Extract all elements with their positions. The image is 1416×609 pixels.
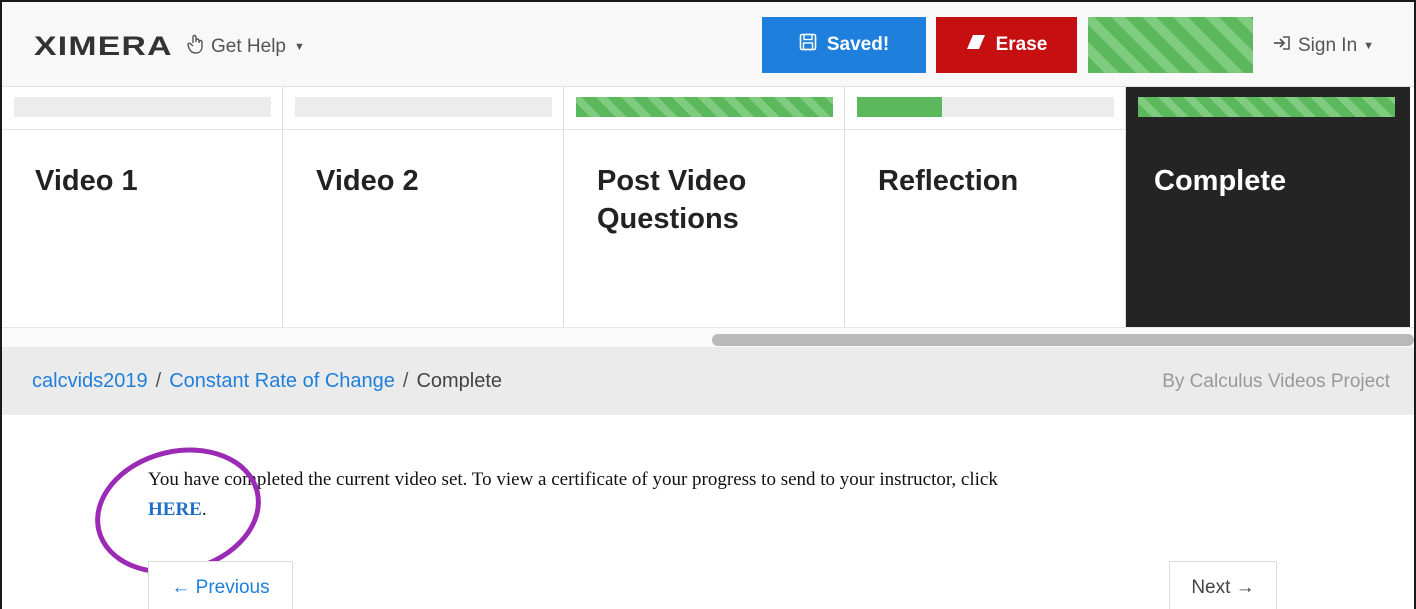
breadcrumb-current: Complete [416,370,503,392]
activity-title: Video 1 [35,165,138,197]
caret-down-icon: ▼ [1363,40,1375,52]
saved-label: Saved! [826,34,890,55]
get-help-dropdown[interactable]: Get Help ▼ [187,34,305,60]
progress-bar [1138,97,1395,117]
hand-pointer-icon [187,34,205,60]
progress-bar [295,97,552,117]
activity-title: Post Video Questions [597,165,747,235]
sign-in-dropdown[interactable]: Sign In ▼ [1272,35,1374,57]
saved-button[interactable]: Saved! [762,17,926,73]
message-text: You have completed the current video set… [148,469,998,490]
progress-fill [1138,97,1395,117]
erase-button[interactable]: Erase [936,17,1077,73]
divider [2,129,282,130]
divider [283,129,563,130]
progress-bar [14,97,271,117]
activity-card-video-2[interactable]: Video 2 [283,87,564,327]
activity-title: Video 2 [316,165,419,197]
divider [564,129,844,130]
activity-card-complete[interactable]: Complete [1126,87,1410,327]
next-button[interactable]: Next → [1169,561,1277,609]
completion-message: You have completed the current video set… [148,465,1248,525]
divider [1126,129,1410,130]
caret-down-icon: ▼ [293,41,305,53]
progress-bar [576,97,833,117]
sign-in-label: Sign In [1298,35,1358,56]
breadcrumb-bar: calcvids2019 / Constant Rate of Change / Com… [2,347,1414,415]
progress-fill [857,97,942,117]
horizontal-scrollbar[interactable] [2,327,1414,347]
breadcrumb-section-link[interactable]: Constant Rate of Change [169,370,395,392]
breadcrumb-separator: / [402,370,409,392]
eraser-icon [966,34,986,56]
activity-cards: Video 1 Video 2 Post Video Questions Ref… [2,87,1414,327]
author-byline: By Calculus Videos Project [1162,371,1390,392]
previous-button[interactable]: ← Previous [148,561,293,609]
erase-label: Erase [995,34,1048,55]
overall-progress-indicator [1088,17,1253,73]
activity-card-reflection[interactable]: Reflection [845,87,1126,327]
activity-title: Reflection [878,165,1019,197]
scrollbar-thumb[interactable] [712,334,1414,346]
divider [845,129,1125,130]
progress-bar [857,97,1114,117]
floppy-disk-icon [799,33,817,57]
sign-in-icon [1272,35,1292,57]
activity-title: Complete [1154,165,1287,197]
breadcrumb-course-link[interactable]: calcvids2019 [32,370,148,392]
breadcrumb-separator: / [155,370,162,392]
progress-fill [576,97,833,117]
breadcrumb: calcvids2019 / Constant Rate of Change / Com… [32,370,502,393]
get-help-label: Get Help [211,36,286,57]
activity-card-video-1[interactable]: Video 1 [2,87,283,327]
activity-card-post-video-questions[interactable]: Post Video Questions [564,87,845,327]
ximera-logo[interactable]: XIMERA [34,31,173,62]
page-frame: XIMERA Get Help ▼ Saved! Erase Sign In ▼… [0,0,1416,609]
top-navbar: XIMERA Get Help ▼ Saved! Erase Sign In ▼ [2,2,1414,87]
